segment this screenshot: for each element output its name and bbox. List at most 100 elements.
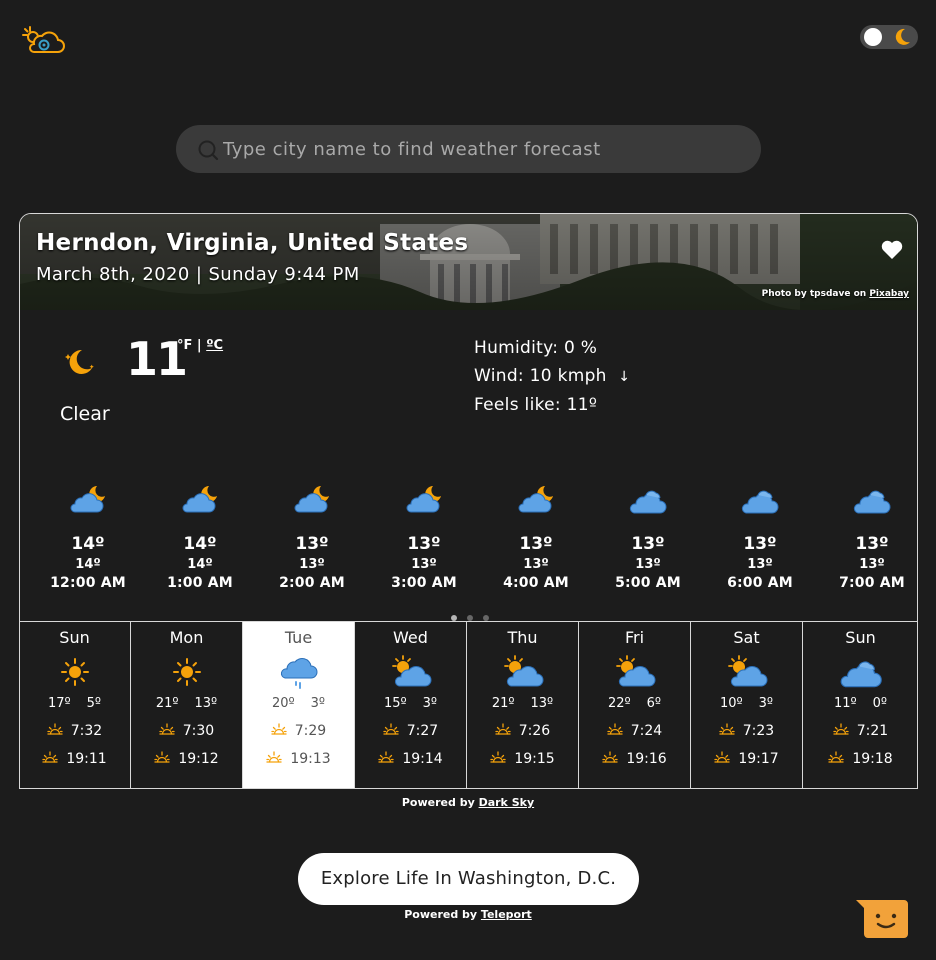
sunset: 19:15 — [467, 751, 578, 771]
moon-icon — [895, 28, 910, 45]
day-name: Thu — [507, 628, 538, 647]
pixabay-link[interactable]: Pixabay — [869, 289, 909, 299]
teleport-link[interactable]: Teleport — [481, 908, 532, 921]
sunrise: 7:29 — [243, 723, 354, 743]
daily-item[interactable]: Sat 10º 3º 7:23 19:17 — [691, 622, 803, 788]
sunset-time: 19:12 — [178, 751, 219, 767]
day-low: 0º — [872, 696, 888, 711]
day-high: 15º — [383, 696, 407, 711]
day-high-low: 10º 3º — [691, 696, 802, 716]
cloud-moon-icon — [144, 484, 256, 516]
sun-icon — [165, 654, 209, 690]
sunrise-time: 7:21 — [856, 723, 889, 739]
sunrise-time: 7:32 — [70, 723, 103, 739]
hourly-time: 1:00 AM — [167, 575, 233, 591]
sunrise-icon — [47, 723, 71, 739]
sunset-time: 19:16 — [626, 751, 667, 767]
sunset: 19:18 — [803, 751, 917, 771]
humidity: Humidity: 0 % — [474, 338, 598, 358]
sunset: 19:16 — [579, 751, 690, 771]
hourly-time: 6:00 AM — [727, 575, 793, 591]
unit-fahrenheit[interactable]: °F — [177, 338, 192, 353]
sunset-icon — [714, 751, 738, 767]
hourly-item: 13º 13º 3:00 AM — [368, 484, 480, 591]
sunrise-icon — [159, 723, 183, 739]
current-details: Humidity: 0 % Wind: 10 kmph ↓ Feels like… — [474, 334, 630, 419]
hourly-item: 13º 13º 6:00 AM — [704, 484, 816, 591]
dark-sky-link[interactable]: Dark Sky — [479, 796, 535, 809]
partly-cloudy-icon — [389, 654, 433, 690]
day-high: 11º — [833, 696, 857, 711]
sunrise: 7:27 — [355, 723, 466, 743]
daily-item[interactable]: Thu 21º 13º 7:26 19:15 — [467, 622, 579, 788]
hourly-forecast[interactable]: 14º 14º 12:00 AM 14º 14º 1:00 AM 13º 13º 2:00 AM… — [32, 484, 912, 604]
daily-forecast: Sun 17º 5º 7:32 19:11 Mon 21º 13º 7:30 19:12 Tue 20… — [20, 621, 917, 788]
hourly-time: 3:00 AM — [391, 575, 457, 591]
unit-switch: °F | ºC — [177, 338, 223, 353]
day-low: 13º — [530, 696, 554, 711]
sunset-icon — [378, 751, 402, 767]
location-name: Herndon, Virginia, United States — [36, 230, 469, 256]
theme-toggle[interactable] — [860, 25, 918, 49]
wind: Wind: 10 kmph ↓ — [474, 362, 630, 391]
daily-item[interactable]: Wed 15º 3º 7:27 19:14 — [355, 622, 467, 788]
daily-item[interactable]: Mon 21º 13º 7:30 19:12 — [131, 622, 243, 788]
cloud-moon-icon — [368, 484, 480, 516]
hourly-temp: 13º — [855, 534, 889, 554]
location-datetime: March 8th, 2020 | Sunday 9:44 PM — [36, 264, 360, 285]
explore-city-button[interactable]: Explore Life In Washington, D.C. — [298, 853, 639, 905]
day-low: 3º — [310, 696, 326, 711]
day-high: 22º — [607, 696, 631, 711]
day-name: Mon — [169, 628, 204, 647]
daily-item[interactable]: Tue 20º 3º 7:29 19:13 — [243, 622, 355, 788]
photo-credit: Photo by tpsdave on Pixabay — [762, 289, 909, 299]
day-name: Sat — [733, 628, 760, 647]
sunrise-time: 7:23 — [742, 723, 775, 739]
weather-card: Herndon, Virginia, United States March 8… — [19, 213, 918, 789]
hourly-temp: 13º — [631, 534, 665, 554]
powered-by-teleport: Powered by Teleport — [0, 908, 936, 921]
hourly-feels-like: 13º — [523, 557, 549, 572]
wind-label: Wind: 10 kmph — [474, 366, 607, 386]
day-high-low: 20º 3º — [243, 696, 354, 716]
sunset-icon — [602, 751, 626, 767]
city-search-bar — [176, 125, 761, 173]
weather-cloud-logo-icon[interactable] — [22, 24, 66, 58]
feels-like: Feels like: 11º — [474, 395, 598, 415]
unit-celsius[interactable]: ºC — [206, 338, 223, 353]
sunrise: 7:23 — [691, 723, 802, 743]
sunrise: 7:30 — [131, 723, 242, 743]
sunset-time: 19:18 — [852, 751, 893, 767]
day-low: 13º — [194, 696, 218, 711]
day-name: Wed — [393, 628, 428, 647]
hourly-time: 12:00 AM — [50, 575, 126, 591]
day-high-low: 17º 5º — [20, 696, 130, 716]
current-condition: Clear — [60, 403, 110, 425]
sunset-icon — [266, 751, 290, 767]
sunset: 19:14 — [355, 751, 466, 771]
city-search-input[interactable] — [223, 125, 743, 173]
daily-item[interactable]: Sun 17º 5º 7:32 19:11 — [20, 622, 131, 788]
hourly-feels-like: 13º — [747, 557, 773, 572]
chat-smiley-icon[interactable] — [856, 898, 908, 938]
sunrise-icon — [833, 723, 857, 739]
hourly-time: 2:00 AM — [279, 575, 345, 591]
day-high-low: 21º 13º — [467, 696, 578, 716]
sunrise-time: 7:27 — [406, 723, 439, 739]
daily-item[interactable]: Sun 11º 0º 7:21 19:18 — [803, 622, 917, 788]
hourly-feels-like: 13º — [859, 557, 885, 572]
sunset: 19:17 — [691, 751, 802, 771]
day-low: 3º — [422, 696, 438, 711]
day-name: Fri — [624, 628, 645, 647]
hourly-time: 5:00 AM — [615, 575, 681, 591]
hourly-temp: 14º — [183, 534, 217, 554]
cloud-icon — [839, 654, 883, 690]
sunset: 19:11 — [20, 751, 130, 771]
hourly-item: 13º 13º 7:00 AM — [816, 484, 917, 591]
day-high-low: 21º 13º — [131, 696, 242, 716]
daily-item[interactable]: Fri 22º 6º 7:24 19:16 — [579, 622, 691, 788]
heart-icon[interactable] — [880, 238, 904, 260]
day-low: 3º — [758, 696, 774, 711]
sunrise: 7:26 — [467, 723, 578, 743]
day-high: 10º — [719, 696, 743, 711]
